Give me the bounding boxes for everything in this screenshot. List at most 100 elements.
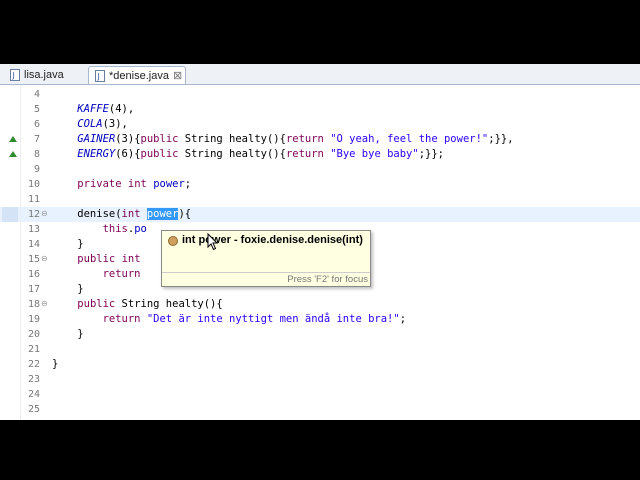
line-number: 13 (27, 224, 40, 235)
fold-toggle-icon[interactable]: ⊖ (41, 209, 48, 219)
line-number: 4 (33, 89, 40, 100)
code-line[interactable]: 6 COLA(3), (0, 117, 640, 132)
code-token: "O yeah, feel the power!" (330, 133, 489, 145)
mouse-cursor-icon (207, 233, 219, 251)
code-token: ; (399, 313, 407, 325)
code-line[interactable]: 4 (0, 87, 640, 102)
code-token: COLA (77, 118, 103, 130)
line-number: 20 (27, 329, 40, 340)
code-token: return (102, 313, 141, 325)
line-number: 19 (27, 314, 40, 325)
code-text: COLA(3), (52, 117, 128, 132)
code-token: (3){ (115, 133, 141, 145)
code-line[interactable]: 22} (0, 357, 640, 372)
override-marker-icon[interactable] (9, 136, 17, 142)
line-number: 25 (27, 404, 40, 415)
selected-token: power (146, 208, 179, 220)
line-number: 7 (33, 134, 40, 145)
line-number: 14 (27, 239, 40, 250)
tab-lisa-java[interactable]: J lisa.java (4, 66, 84, 84)
code-line[interactable]: 9 (0, 162, 640, 177)
code-token: String healty(){ (178, 148, 286, 160)
code-token: } (52, 283, 84, 295)
code-line[interactable]: 7 GAINER(3){public String healty(){retur… (0, 132, 640, 147)
code-line[interactable]: 21 (0, 342, 640, 357)
java-file-icon: J (10, 69, 20, 81)
code-token: public (140, 148, 179, 160)
line-number: 9 (33, 164, 40, 175)
code-token: int (121, 208, 141, 220)
line-number: 24 (27, 389, 40, 400)
code-line[interactable]: 20 } (0, 327, 640, 342)
code-token: return (285, 148, 324, 160)
code-text: public int (52, 252, 141, 267)
line-number: 5 (33, 104, 40, 115)
tab-label: *denise.java (109, 70, 169, 82)
code-text: } (52, 327, 84, 342)
code-token: } (52, 328, 84, 340)
code-line[interactable]: 12 ⊖ denise(int power){ (0, 207, 640, 222)
focus-hint: Press 'F2' for focus (287, 274, 368, 285)
line-number: 18 (27, 299, 40, 310)
line-number: 22 (27, 359, 40, 370)
code-line[interactable]: 11 (0, 192, 640, 207)
tab-denise-java[interactable]: J *denise.java ⊠ (88, 66, 186, 84)
code-token: return (102, 268, 141, 280)
line-number: 15 (27, 254, 40, 265)
code-text: KAFFE(4), (52, 102, 134, 117)
override-marker-icon[interactable] (9, 151, 17, 157)
code-text: return (52, 267, 141, 282)
field-icon (168, 236, 178, 246)
code-token: return (285, 133, 324, 145)
code-line[interactable]: 23 (0, 372, 640, 387)
code-line[interactable]: 25 (0, 402, 640, 417)
java-file-icon: J (95, 70, 105, 82)
code-token: (4), (108, 103, 135, 115)
code-token: public (77, 253, 116, 265)
code-token: GAINER (77, 133, 116, 145)
code-token: "Det är inte nyttigt men ändå inte bra!" (146, 313, 400, 325)
code-text: } (52, 282, 84, 297)
fold-toggle-icon[interactable]: ⊖ (41, 299, 48, 309)
code-token: KAFFE (77, 103, 109, 115)
close-icon[interactable]: ⊠ (173, 67, 182, 85)
code-text: this.po (52, 222, 147, 237)
code-token: } (52, 358, 59, 370)
code-token: int (121, 253, 141, 265)
code-text: GAINER(3){public String healty(){return … (52, 132, 513, 147)
content-assist-popup[interactable]: int power - foxie.denise.denise(int) Pre… (161, 230, 371, 287)
code-token: public (77, 298, 116, 310)
line-number: 10 (27, 179, 40, 190)
code-text: } (52, 237, 83, 252)
code-token: String healty(){ (178, 133, 286, 145)
line-number: 16 (27, 269, 40, 280)
code-token: ; (184, 178, 192, 190)
code-line[interactable]: 10 private int power; (0, 177, 640, 192)
code-text: public String healty(){ (52, 297, 222, 312)
svg-text:J: J (12, 71, 15, 80)
editor-tab-bar: J lisa.java J *denise.java ⊠ (0, 64, 640, 85)
code-text: return "Det är inte nyttigt men ändå int… (52, 312, 406, 327)
code-token: denise( (52, 208, 122, 220)
line-number: 8 (33, 149, 40, 160)
code-token: po (134, 223, 147, 235)
svg-text:J: J (97, 72, 100, 81)
code-line[interactable]: 8 ENERGY(6){public String healty(){retur… (0, 147, 640, 162)
fold-toggle-icon[interactable]: ⊖ (41, 254, 48, 264)
code-token: power (153, 178, 185, 190)
line-number: 23 (27, 374, 40, 385)
line-number: 21 (27, 344, 40, 355)
code-line[interactable]: 5 KAFFE(4), (0, 102, 640, 117)
code-line[interactable]: 19 return "Det är inte nyttigt men ändå … (0, 312, 640, 327)
code-line[interactable]: 18 ⊖ public String healty(){ (0, 297, 640, 312)
code-token: private (77, 178, 122, 190)
code-line[interactable]: 24 (0, 387, 640, 402)
code-token: ENERGY (77, 148, 116, 160)
